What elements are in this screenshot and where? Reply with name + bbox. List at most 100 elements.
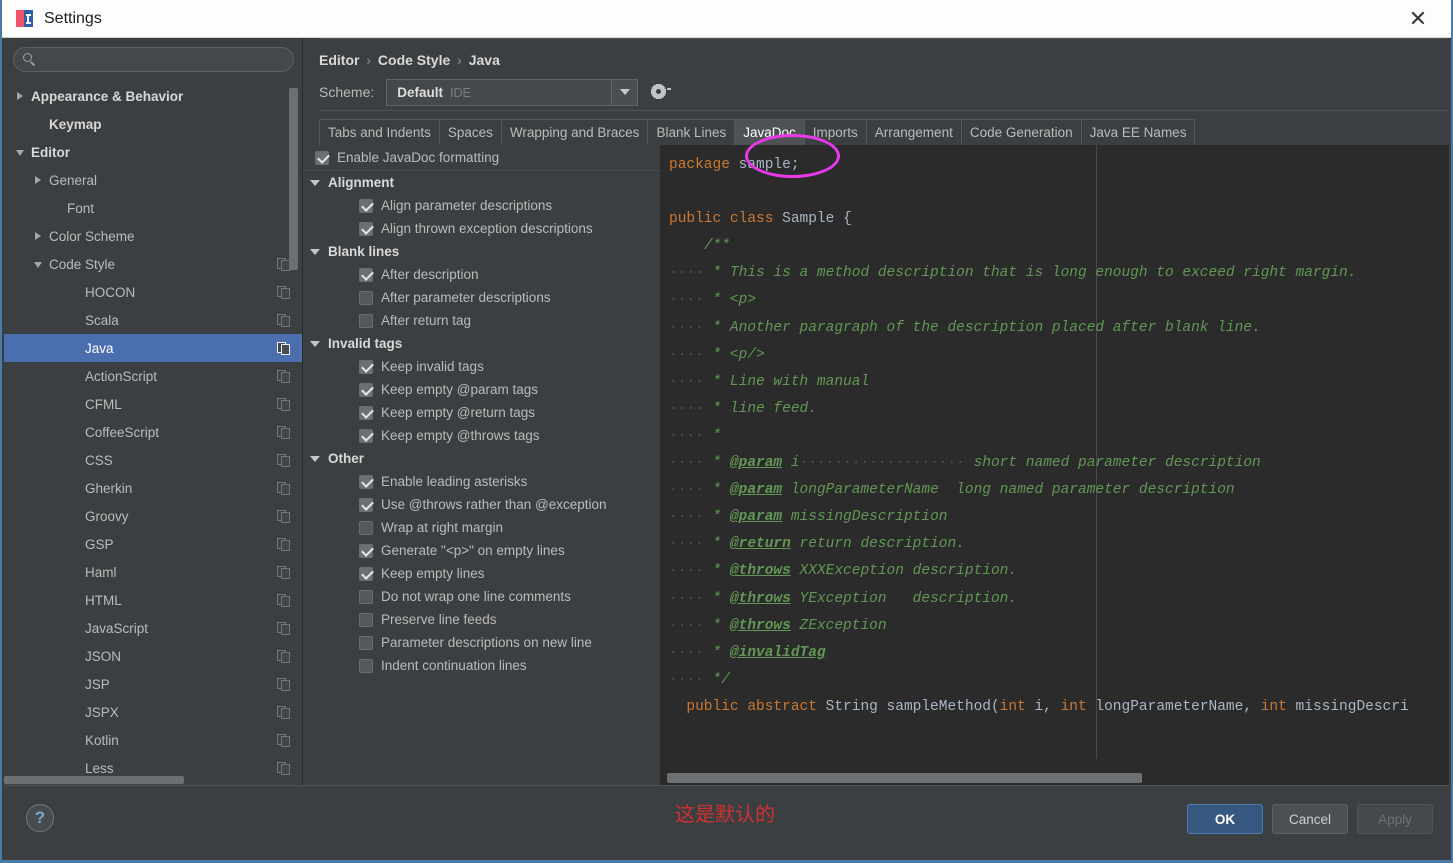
sidebar-item-hocon[interactable]: HOCON	[4, 278, 302, 306]
option-checkbox[interactable]	[359, 221, 373, 236]
sidebar-item-general[interactable]: General	[4, 166, 302, 194]
option-checkbox[interactable]	[359, 198, 373, 213]
option-checkbox[interactable]	[359, 290, 373, 305]
tab-javadoc[interactable]: JavaDoc	[734, 119, 805, 145]
search-box[interactable]	[13, 47, 294, 72]
tab-arrangement[interactable]: Arrangement	[865, 119, 962, 145]
ok-button[interactable]: OK	[1187, 804, 1263, 834]
chevron-down-icon[interactable]	[611, 79, 638, 105]
option-checkbox[interactable]	[359, 589, 373, 604]
sidebar-item-color-scheme[interactable]: Color Scheme	[4, 222, 302, 250]
option-row[interactable]: Keep empty @throws tags	[303, 424, 660, 447]
help-question-icon[interactable]: ?	[26, 804, 54, 832]
option-row[interactable]: Keep invalid tags	[303, 355, 660, 378]
tab-wrapping-and-braces[interactable]: Wrapping and Braces	[500, 119, 649, 145]
chevron-down-icon[interactable]	[309, 245, 323, 259]
scrollbar-thumb[interactable]	[667, 773, 1142, 783]
sidebar-item-font[interactable]: Font	[4, 194, 302, 222]
option-row[interactable]: Do not wrap one line comments	[303, 585, 660, 608]
sidebar-item-css[interactable]: CSS	[4, 446, 302, 474]
chevron-down-icon[interactable]	[14, 146, 27, 159]
option-group-other[interactable]: Other	[303, 447, 660, 470]
breadcrumb-part-java[interactable]: Java	[469, 52, 500, 68]
option-group-alignment[interactable]: Alignment	[303, 171, 660, 194]
enable-javadoc-formatting-row[interactable]: Enable JavaDoc formatting	[303, 145, 660, 171]
chevron-right-icon[interactable]	[32, 230, 45, 243]
option-row[interactable]: Keep empty lines	[303, 562, 660, 585]
close-icon[interactable]: ✕	[1395, 0, 1441, 37]
chevron-down-icon[interactable]	[309, 337, 323, 351]
option-row[interactable]: Keep empty @return tags	[303, 401, 660, 424]
option-row[interactable]: Align parameter descriptions	[303, 194, 660, 217]
sidebar-item-html[interactable]: HTML	[4, 586, 302, 614]
tab-java-ee-names[interactable]: Java EE Names	[1080, 119, 1196, 145]
sidebar-item-keymap[interactable]: Keymap	[4, 110, 302, 138]
search-input[interactable]	[42, 52, 284, 67]
option-checkbox[interactable]	[359, 405, 373, 420]
option-checkbox[interactable]	[359, 267, 373, 282]
sidebar-item-actionscript[interactable]: ActionScript	[4, 362, 302, 390]
sidebar-item-javascript[interactable]: JavaScript	[4, 614, 302, 642]
option-checkbox[interactable]	[359, 612, 373, 627]
tab-imports[interactable]: Imports	[803, 119, 867, 145]
preview-horizontal-scrollbar[interactable]	[667, 772, 1449, 783]
sidebar-item-appearance-behavior[interactable]: Appearance & Behavior	[4, 82, 302, 110]
cancel-button[interactable]: Cancel	[1272, 804, 1348, 834]
enable-javadoc-formatting-checkbox[interactable]	[315, 150, 329, 165]
option-checkbox[interactable]	[359, 359, 373, 374]
sidebar-item-editor[interactable]: Editor	[4, 138, 302, 166]
sidebar-item-groovy[interactable]: Groovy	[4, 502, 302, 530]
sidebar-item-kotlin[interactable]: Kotlin	[4, 726, 302, 754]
option-row[interactable]: Generate "<p>" on empty lines	[303, 539, 660, 562]
sidebar-item-java[interactable]: Java	[4, 334, 302, 362]
gear-icon[interactable]	[649, 79, 675, 105]
option-checkbox[interactable]	[359, 543, 373, 558]
sidebar-item-haml[interactable]: Haml	[4, 558, 302, 586]
chevron-down-icon[interactable]	[309, 176, 323, 190]
tab-spaces[interactable]: Spaces	[438, 119, 502, 145]
sidebar-item-json[interactable]: JSON	[4, 642, 302, 670]
sidebar-vertical-scrollbar[interactable]	[289, 88, 298, 771]
option-row[interactable]: After parameter descriptions	[303, 286, 660, 309]
option-checkbox[interactable]	[359, 428, 373, 443]
option-row[interactable]: Preserve line feeds	[303, 608, 660, 631]
sidebar-item-jspx[interactable]: JSPX	[4, 698, 302, 726]
option-row[interactable]: Align thrown exception descriptions	[303, 217, 660, 240]
option-row[interactable]: After return tag	[303, 309, 660, 332]
option-row[interactable]: Keep empty @param tags	[303, 378, 660, 401]
sidebar-horizontal-scrollbar[interactable]	[4, 776, 302, 785]
option-row[interactable]: Wrap at right margin	[303, 516, 660, 539]
option-checkbox[interactable]	[359, 635, 373, 650]
tab-tabs-and-indents[interactable]: Tabs and Indents	[319, 119, 440, 145]
option-checkbox[interactable]	[359, 658, 373, 673]
sidebar-item-gsp[interactable]: GSP	[4, 530, 302, 558]
option-row[interactable]: Enable leading asterisks	[303, 470, 660, 493]
tab-code-generation[interactable]: Code Generation	[960, 119, 1082, 145]
sidebar-item-cfml[interactable]: CFML	[4, 390, 302, 418]
scrollbar-thumb[interactable]	[289, 88, 298, 270]
scheme-combobox[interactable]: Default IDE	[386, 78, 639, 106]
option-group-blank-lines[interactable]: Blank lines	[303, 240, 660, 263]
option-checkbox[interactable]	[359, 497, 373, 512]
option-row[interactable]: Parameter descriptions on new line	[303, 631, 660, 654]
option-row[interactable]: Indent continuation lines	[303, 654, 660, 677]
sidebar-item-jsp[interactable]: JSP	[4, 670, 302, 698]
breadcrumb-part-editor[interactable]: Editor	[319, 52, 359, 68]
chevron-right-icon[interactable]	[32, 174, 45, 187]
sidebar-item-coffeescript[interactable]: CoffeeScript	[4, 418, 302, 446]
option-checkbox[interactable]	[359, 566, 373, 581]
apply-button[interactable]: Apply	[1357, 804, 1433, 834]
breadcrumb-part-code-style[interactable]: Code Style	[378, 52, 450, 68]
chevron-down-icon[interactable]	[309, 452, 323, 466]
scrollbar-thumb[interactable]	[4, 776, 184, 784]
code-preview-panel[interactable]: package sample; public class Sample { /*…	[661, 145, 1449, 785]
option-checkbox[interactable]	[359, 313, 373, 328]
tab-blank-lines[interactable]: Blank Lines	[647, 119, 736, 145]
sidebar-item-code-style[interactable]: Code Style	[4, 250, 302, 278]
sidebar-item-gherkin[interactable]: Gherkin	[4, 474, 302, 502]
option-group-invalid-tags[interactable]: Invalid tags	[303, 332, 660, 355]
chevron-right-icon[interactable]	[14, 90, 27, 103]
option-row[interactable]: After description	[303, 263, 660, 286]
option-row[interactable]: Use @throws rather than @exception	[303, 493, 660, 516]
sidebar-item-scala[interactable]: Scala	[4, 306, 302, 334]
